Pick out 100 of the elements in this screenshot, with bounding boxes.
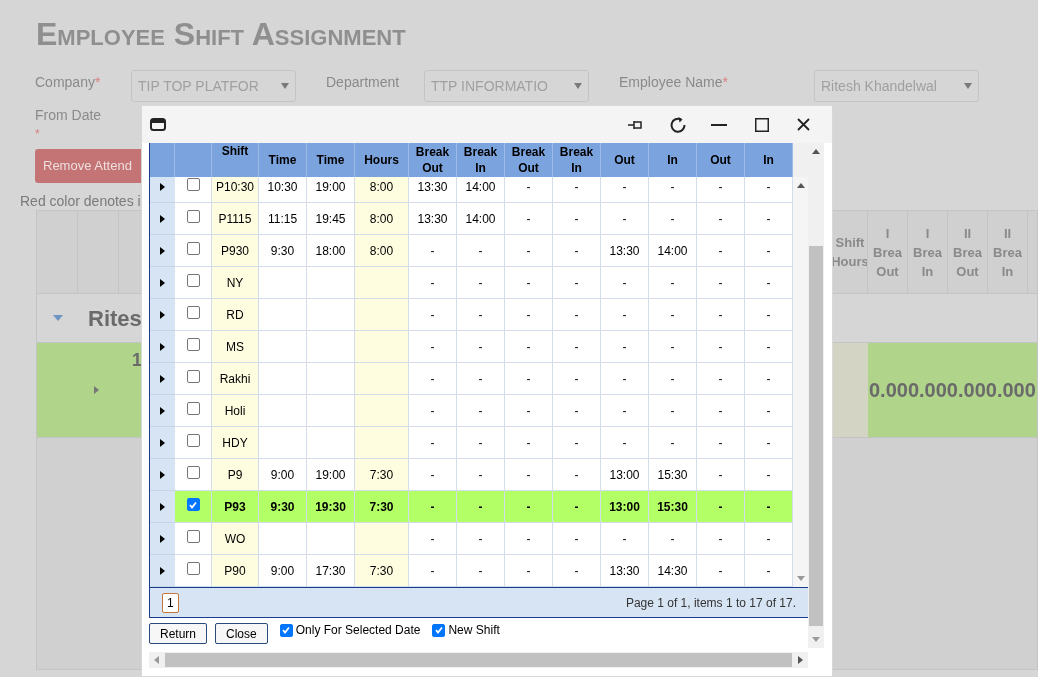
row-expander[interactable] [150, 177, 175, 203]
table-row[interactable]: P93 9:30 19:30 7:30 - - - - 13:00 15:30 - - [150, 491, 793, 523]
table-cell: 8:00 [355, 235, 409, 267]
expand-arrow-icon[interactable] [160, 374, 165, 383]
expand-arrow-icon[interactable] [160, 438, 165, 447]
option-label: Only For Selected Date [295, 622, 421, 639]
maximize-icon[interactable] [755, 117, 769, 132]
row-expander[interactable] [150, 203, 175, 235]
dialog-button[interactable]: Close [215, 623, 268, 644]
pin-icon[interactable] [627, 119, 643, 130]
option-label: New Shift [448, 622, 500, 639]
scroll-up-icon[interactable] [796, 183, 805, 188]
field-label: Department [326, 73, 400, 92]
row-checkbox[interactable] [186, 242, 200, 255]
table-row[interactable]: RD - - - - - - - - [150, 299, 793, 331]
table-row[interactable]: WO - - - - - - - - [150, 523, 793, 555]
row-checkbox[interactable] [186, 306, 200, 319]
page-title: Employee Shift Assignment [36, 15, 407, 54]
expand-arrow-icon[interactable] [160, 342, 165, 351]
window-icon [150, 118, 166, 131]
expand-arrow-icon[interactable] [160, 502, 165, 511]
table-cell [355, 395, 409, 427]
table-cell: 7:30 [355, 555, 409, 587]
table-cell [355, 363, 409, 395]
field-label: From Date [35, 106, 102, 124]
option-checkbox[interactable] [432, 623, 446, 637]
refresh-icon[interactable] [669, 115, 687, 134]
row-expander[interactable] [150, 459, 175, 491]
table-cell [355, 427, 409, 459]
expand-arrow-icon[interactable] [160, 278, 165, 287]
dropdown-arrow-icon [574, 83, 582, 89]
expand-arrow-icon[interactable] [160, 470, 165, 479]
table-cell: HDY [212, 427, 259, 459]
table-row[interactable]: MS - - - - - - - - [150, 331, 793, 363]
expand-arrow-icon[interactable] [160, 310, 165, 319]
table-row[interactable]: P10:30 10:30 19:00 8:00 13:30 14:00 - - - - - - [150, 177, 793, 203]
dialog-button[interactable]: Return [149, 623, 208, 644]
scrollbar[interactable] [149, 652, 808, 668]
row-checkbox[interactable] [186, 402, 200, 415]
scrollbar[interactable] [808, 143, 824, 648]
row-checkbox[interactable] [186, 210, 200, 223]
scroll-right-icon[interactable] [798, 656, 803, 664]
expand-arrow-icon[interactable] [160, 246, 165, 255]
row-checkbox[interactable] [186, 434, 200, 447]
row-checkbox[interactable] [186, 498, 200, 511]
dropdown-arrow-icon [964, 83, 972, 89]
table-cell: WO [212, 523, 259, 555]
row-expander[interactable] [150, 491, 175, 523]
note-text: Red color denotes i [20, 193, 141, 209]
table-cell: Holi [212, 395, 259, 427]
pager-info: Page 1 of 1, items 1 to 17 of 17. [625, 594, 796, 612]
row-checkbox[interactable] [186, 338, 200, 351]
table-row[interactable]: NY - - - - - - - - [150, 267, 793, 299]
table-cell: RD [212, 299, 259, 331]
row-expander[interactable] [150, 523, 175, 555]
scroll-up-icon[interactable] [812, 149, 820, 154]
table-cell [355, 299, 409, 331]
table-row[interactable]: HDY - - - - - - - - [150, 427, 793, 459]
row-checkbox[interactable] [186, 370, 200, 383]
page-button[interactable]: 1 [162, 592, 179, 613]
row-expander[interactable] [150, 235, 175, 267]
column-header: II Brea In [988, 211, 1028, 293]
required-mark: * [35, 128, 40, 140]
required-mark: * [94, 73, 101, 92]
table-row[interactable]: P1115 11:15 19:45 8:00 13:30 14:00 - - - - - - [150, 203, 793, 235]
table-cell: 8:00 [355, 203, 409, 235]
table-cell [355, 523, 409, 555]
row-expander[interactable] [150, 363, 175, 395]
expand-arrow-icon[interactable] [160, 566, 165, 575]
row-expander[interactable] [150, 299, 175, 331]
expand-arrow-icon[interactable] [160, 214, 165, 223]
table-row[interactable]: P90 9:00 17:30 7:30 - - - - 13:30 14:30 - - [150, 555, 793, 587]
table-cell: 0.000.000.000.000 [868, 343, 1037, 437]
scrollbar[interactable] [793, 177, 808, 587]
row-checkbox[interactable] [186, 466, 200, 479]
minimize-icon[interactable] [711, 123, 727, 126]
row-expander[interactable] [150, 427, 175, 459]
row-number: 1 [132, 349, 142, 372]
expand-arrow-icon[interactable] [160, 534, 165, 543]
scroll-down-icon[interactable] [796, 576, 805, 581]
row-checkbox[interactable] [186, 274, 200, 287]
expand-arrow-icon[interactable] [160, 182, 165, 191]
row-expander[interactable] [150, 555, 175, 587]
table-row[interactable]: Holi - - - - - - - - [150, 395, 793, 427]
table-row[interactable]: P9 9:00 19:00 7:30 - - - - 13:00 15:30 - - [150, 459, 793, 491]
table-row[interactable]: Rakhi - - - - - - - - [150, 363, 793, 395]
option-checkbox[interactable] [279, 623, 293, 637]
row-expander[interactable] [150, 395, 175, 427]
table-cell: NY [212, 267, 259, 299]
table-row[interactable]: P930 9:30 18:00 8:00 - - - - 13:30 14:00 - - [150, 235, 793, 267]
group-label: Rites [88, 304, 142, 333]
row-checkbox[interactable] [186, 530, 200, 543]
row-checkbox[interactable] [186, 178, 200, 191]
close-icon[interactable] [797, 118, 810, 131]
row-expander[interactable] [150, 331, 175, 363]
row-checkbox[interactable] [186, 562, 200, 575]
expand-arrow-icon[interactable] [160, 406, 165, 415]
row-expander[interactable] [150, 267, 175, 299]
table-cell: P930 [212, 235, 259, 267]
table-cell: P90 [212, 555, 259, 587]
